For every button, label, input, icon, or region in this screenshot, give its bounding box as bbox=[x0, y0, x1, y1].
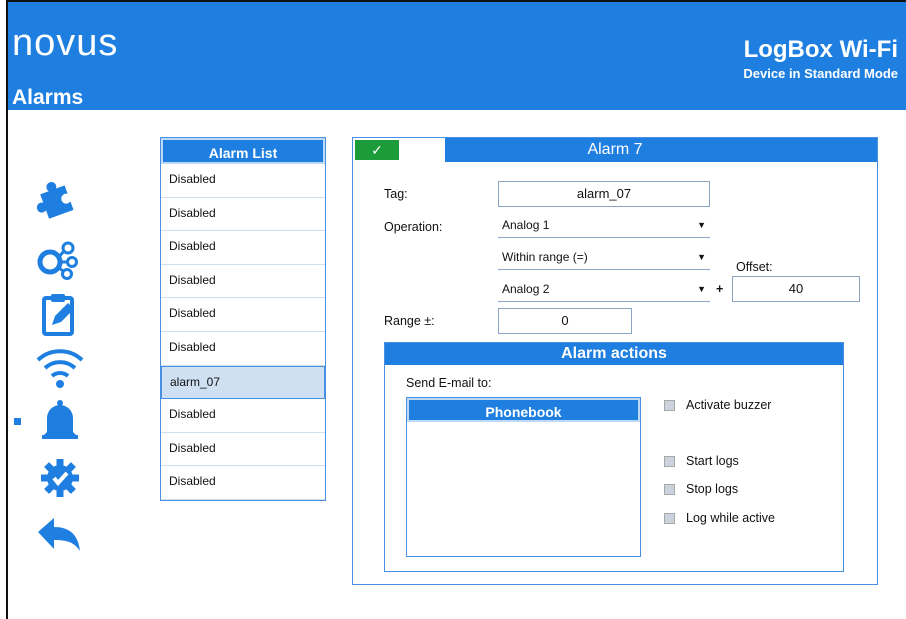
app-header: novus Alarms LogBox Wi-Fi Device in Stan… bbox=[8, 2, 906, 110]
alarm-list-item[interactable]: Disabled bbox=[161, 265, 325, 299]
alarm-list-item-selected[interactable]: alarm_07 bbox=[161, 365, 325, 400]
offset-input[interactable]: 40 bbox=[732, 276, 860, 302]
activate-buzzer-checkbox[interactable] bbox=[664, 400, 675, 411]
operand-select-value: Analog 2 bbox=[502, 282, 550, 296]
alarm-list-item[interactable]: Disabled bbox=[161, 332, 325, 366]
range-label: Range ±: bbox=[384, 314, 435, 328]
alarm-list-item[interactable]: Disabled bbox=[161, 466, 325, 500]
clipboard-icon[interactable] bbox=[34, 292, 86, 344]
tag-input[interactable]: alarm_07 bbox=[498, 181, 710, 207]
start-logs-checkbox[interactable] bbox=[664, 456, 675, 467]
operation-label: Operation: bbox=[384, 220, 443, 234]
alarm-list-item[interactable]: Disabled bbox=[161, 433, 325, 467]
alarm-enable-toggle[interactable]: ✓ bbox=[353, 138, 445, 162]
send-email-label: Send E-mail to: bbox=[406, 376, 492, 390]
tag-label: Tag: bbox=[384, 187, 408, 201]
page-title: Alarms bbox=[12, 86, 84, 109]
operation-select[interactable]: Analog 1 ▼ bbox=[498, 214, 710, 238]
novus-logo: novus bbox=[12, 22, 119, 64]
condition-select-value: Within range (=) bbox=[502, 250, 588, 264]
offset-label: Offset: bbox=[736, 260, 773, 274]
wifi-icon[interactable] bbox=[34, 344, 86, 396]
alarm-list-item[interactable]: Disabled bbox=[161, 298, 325, 332]
plus-sign: + bbox=[716, 282, 724, 296]
start-logs-label: Start logs bbox=[686, 454, 739, 468]
back-arrow-icon[interactable] bbox=[34, 514, 86, 566]
activate-buzzer-label: Activate buzzer bbox=[686, 398, 772, 412]
operation-select-value: Analog 1 bbox=[502, 218, 550, 232]
active-nav-marker bbox=[14, 418, 21, 425]
phonebook-list[interactable]: Phonebook bbox=[406, 397, 641, 557]
chevron-down-icon: ▼ bbox=[697, 284, 706, 294]
alarm-list-title: Alarm List bbox=[161, 138, 325, 164]
alarm-actions-title: Alarm actions bbox=[385, 343, 843, 365]
network-icon[interactable] bbox=[34, 236, 86, 288]
stop-logs-label: Stop logs bbox=[686, 482, 739, 496]
alarm-list-item[interactable]: Disabled bbox=[161, 198, 325, 232]
puzzle-icon[interactable] bbox=[34, 176, 86, 228]
alarm-list-item[interactable]: Disabled bbox=[161, 399, 325, 433]
gear-check-icon[interactable] bbox=[34, 454, 86, 506]
check-icon: ✓ bbox=[355, 140, 399, 160]
alarm-list: Alarm List Disabled Disabled Disabled Di… bbox=[160, 137, 326, 501]
alarm-list-item[interactable]: Disabled bbox=[161, 164, 325, 198]
log-while-active-label: Log while active bbox=[686, 511, 775, 525]
bell-icon[interactable] bbox=[34, 398, 86, 450]
operand-select[interactable]: Analog 2 ▼ bbox=[498, 278, 710, 302]
stop-logs-checkbox[interactable] bbox=[664, 484, 675, 495]
product-name: LogBox Wi-Fi bbox=[743, 36, 898, 63]
phonebook-title: Phonebook bbox=[407, 398, 640, 422]
condition-select[interactable]: Within range (=) ▼ bbox=[498, 246, 710, 270]
alarm-list-item[interactable]: Disabled bbox=[161, 231, 325, 265]
range-input[interactable]: 0 bbox=[498, 308, 632, 334]
chevron-down-icon: ▼ bbox=[697, 220, 706, 230]
chevron-down-icon: ▼ bbox=[697, 252, 706, 262]
device-mode: Device in Standard Mode bbox=[743, 66, 898, 81]
log-while-active-checkbox[interactable] bbox=[664, 513, 675, 524]
